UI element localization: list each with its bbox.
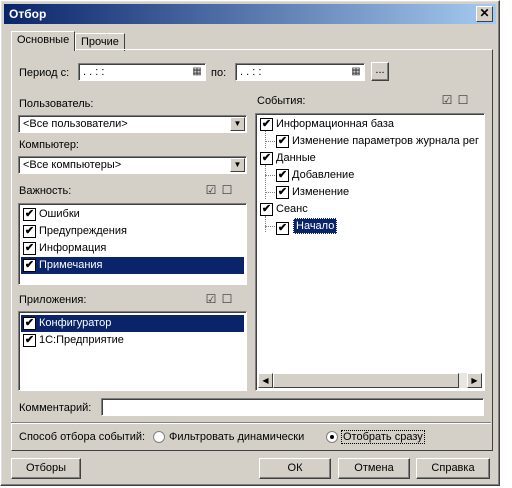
radio-select-now[interactable] xyxy=(326,431,338,443)
tree-node[interactable]: ✔ Изменение xyxy=(274,184,482,201)
checkbox[interactable]: ✔ xyxy=(23,317,36,330)
checkbox[interactable]: ✔ xyxy=(260,203,273,216)
list-item[interactable]: ✔ Конфигуратор xyxy=(21,315,244,332)
checkbox[interactable]: ✔ xyxy=(276,222,289,235)
check-all-icon[interactable]: ☑ xyxy=(203,182,219,198)
radio-filter-dynamic-label[interactable]: Фильтровать динамически xyxy=(169,431,304,443)
uncheck-all-icon[interactable]: ☐ xyxy=(219,182,235,198)
applications-list: ✔ Конфигуратор ✔ 1С:Предприятие xyxy=(18,311,247,391)
events-label: События: xyxy=(257,95,306,107)
filters-button[interactable]: Отборы xyxy=(11,458,81,479)
chevron-down-icon[interactable]: ▼ xyxy=(230,158,245,172)
tree-node[interactable]: ✔ Данные xyxy=(258,150,482,167)
window-title: Отбор xyxy=(9,7,47,21)
checkbox[interactable]: ✔ xyxy=(260,118,273,131)
comment-label: Комментарий: xyxy=(19,402,92,414)
tree-line xyxy=(265,216,266,232)
user-label: Пользователь: xyxy=(19,98,94,110)
comment-field[interactable] xyxy=(101,398,484,416)
checkbox[interactable]: ✔ xyxy=(276,186,289,199)
events-horizontal-scrollbar[interactable]: ◀ ▶ xyxy=(258,373,482,388)
checkbox[interactable]: ✔ xyxy=(23,225,36,238)
checkbox[interactable]: ✔ xyxy=(23,259,36,272)
tree-node[interactable]: ✔ Информационная база xyxy=(258,116,482,133)
tree-line xyxy=(265,131,266,148)
checkbox[interactable]: ✔ xyxy=(23,208,36,221)
filter-dialog: Отбор ✕ Основные Прочие Период с: . . : … xyxy=(0,0,500,486)
importance-toolbar: ☑ ☐ xyxy=(203,182,235,198)
importance-list: ✔ Ошибки ✔ Предупреждения ✔ Информация ✔ При… xyxy=(18,203,247,285)
list-item[interactable]: ✔ Ошибки xyxy=(21,206,244,223)
list-item[interactable]: ✔ Примечания xyxy=(21,257,244,274)
tree-node[interactable]: ✔ Сеанс xyxy=(258,201,482,218)
radio-filter-dynamic[interactable] xyxy=(153,431,165,443)
importance-label: Важность: xyxy=(19,185,72,197)
list-item[interactable]: ✔ Предупреждения xyxy=(21,223,244,240)
tree-line xyxy=(265,165,266,199)
period-select-button[interactable]: ... xyxy=(371,62,389,81)
scroll-left-icon[interactable]: ◀ xyxy=(258,373,273,388)
period-to-field[interactable]: . . : : ▦ xyxy=(235,63,365,81)
user-combobox[interactable]: <Все пользователи> ▼ xyxy=(18,115,247,133)
list-item[interactable]: ✔ Информация xyxy=(21,240,244,257)
period-from-field[interactable]: . . : : ▦ xyxy=(78,63,206,81)
checkbox[interactable]: ✔ xyxy=(276,169,289,182)
list-item[interactable]: ✔ 1С:Предприятие xyxy=(21,332,244,349)
tree-node[interactable]: ✔ Добавление xyxy=(274,167,482,184)
checkbox[interactable]: ✔ xyxy=(276,135,289,148)
applications-toolbar: ☑ ☐ xyxy=(203,291,235,307)
check-all-icon[interactable]: ☑ xyxy=(203,291,219,307)
cancel-button[interactable]: Отмена xyxy=(338,458,410,479)
tree-node[interactable]: ✔ Начало xyxy=(274,218,338,235)
period-label: Период с: xyxy=(19,67,70,79)
checkbox[interactable]: ✔ xyxy=(23,242,36,255)
close-icon[interactable]: ✕ xyxy=(476,6,493,22)
tab-main[interactable]: Основные xyxy=(11,31,75,51)
uncheck-all-icon[interactable]: ☐ xyxy=(455,92,471,108)
calendar-icon[interactable]: ▦ xyxy=(349,65,363,79)
calendar-icon[interactable]: ▦ xyxy=(190,65,204,79)
scroll-right-icon[interactable]: ▶ xyxy=(467,373,482,388)
title-bar: Отбор ✕ xyxy=(4,4,496,24)
divider xyxy=(11,422,491,424)
radio-select-now-label[interactable]: Отобрать сразу xyxy=(341,430,425,444)
computer-combobox[interactable]: <Все компьютеры> ▼ xyxy=(18,156,247,174)
computer-label: Компьютер: xyxy=(19,139,79,151)
help-button[interactable]: Справка xyxy=(416,458,490,479)
uncheck-all-icon[interactable]: ☐ xyxy=(219,291,235,307)
ok-button[interactable]: ОК xyxy=(259,458,331,479)
events-tree: ✔ Информационная база ✔ Изменение параметр… xyxy=(255,113,485,391)
filter-mode-label: Способ отбора событий: xyxy=(19,431,146,443)
period-to-label: по: xyxy=(211,67,227,79)
check-all-icon[interactable]: ☑ xyxy=(439,92,455,108)
applications-label: Приложения: xyxy=(19,294,87,306)
tree-node[interactable]: ✔ Изменение параметров журнала рег xyxy=(274,133,482,150)
checkbox[interactable]: ✔ xyxy=(260,152,273,165)
chevron-down-icon[interactable]: ▼ xyxy=(230,117,245,131)
scroll-thumb[interactable] xyxy=(273,373,459,388)
checkbox[interactable]: ✔ xyxy=(23,334,36,347)
events-toolbar: ☑ ☐ xyxy=(439,92,471,108)
